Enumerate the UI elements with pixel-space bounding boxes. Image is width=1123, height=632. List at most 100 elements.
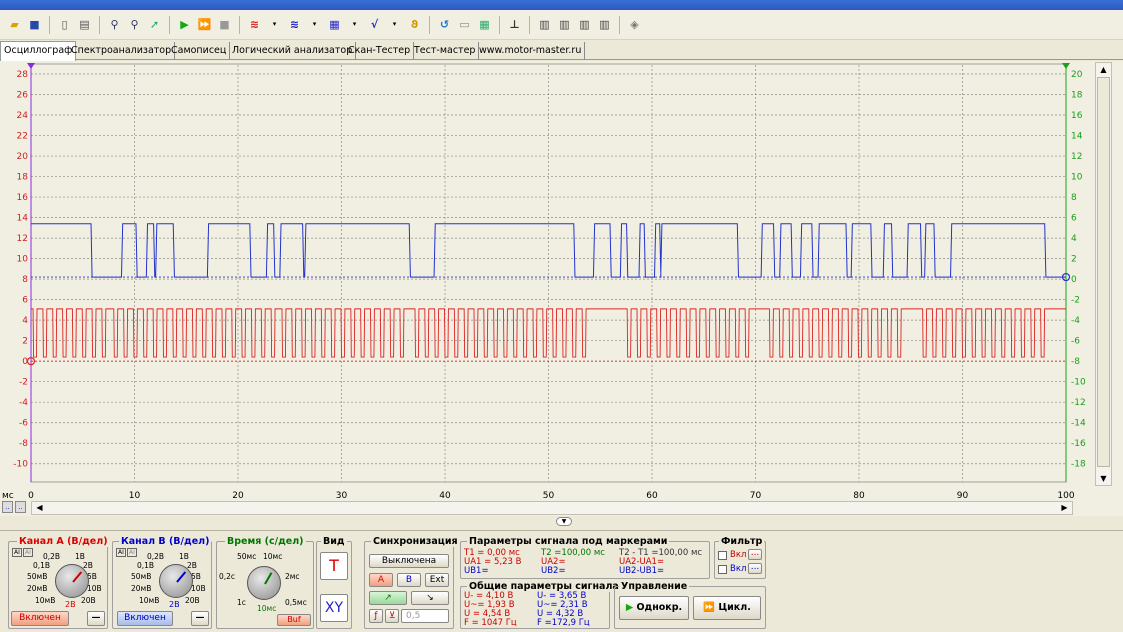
filter-a-checkbox[interactable] [718,551,727,560]
channel-b-dc-icon[interactable]: AI [127,548,137,557]
play-icon[interactable]: ▶ [176,16,193,33]
grid-icon-3[interactable]: ▥ [576,16,593,33]
channel-a-invert-button[interactable]: — [87,611,105,626]
channel-b-ac-icon[interactable]: AI [116,548,126,557]
print-icon[interactable]: ▤ [76,16,93,33]
scroll-right-icon[interactable]: ▶ [1057,502,1072,514]
tab-recorder[interactable]: Самописец [168,42,231,60]
filter-b-checkbox[interactable] [718,565,727,574]
tab-spectrum-analyzer[interactable]: Спектроанализатор [68,42,176,60]
zoom-x-plus-button[interactable]: ‥ [15,501,26,513]
tab-scan-tester[interactable]: Скан-Тестер [345,42,415,60]
channel-a-enable-button[interactable]: Включен [11,611,69,626]
y-tick-label-left: 2 [22,337,28,347]
horizontal-scrollbar[interactable]: ◀ ▶ [31,501,1073,515]
dropdown-icon[interactable]: ▾ [266,16,283,33]
scroll-down-icon[interactable]: ▼ [1096,472,1111,485]
falling-edge-button[interactable]: ↘ [411,591,449,605]
time-base-knob[interactable] [247,566,281,600]
toolbar-separator [239,15,240,34]
scale-label: 10мВ [35,596,56,605]
x-tick-label: 80 [853,491,865,501]
eraser-icon[interactable]: ◈ [626,16,643,33]
channel-b-volts-knob[interactable] [159,564,193,598]
channel-b-invert-button[interactable]: — [191,611,209,626]
vertical-scrollbar[interactable]: ▲ ▼ [1095,62,1112,486]
x-tick-label: 20 [232,491,244,501]
y-tick-label-left: 22 [17,132,28,142]
export-icon[interactable]: ➚ [146,16,163,33]
scale-label: 20мВ [27,584,48,593]
trigger-level-input[interactable]: 0,5 [401,609,449,623]
scale-label: 20мВ [131,584,152,593]
cursor-icon[interactable]: ⊥ [506,16,523,33]
y-tick-label-right: -18 [1071,460,1086,470]
calendar-icon[interactable]: ▦ [476,16,493,33]
trigger-level-icon[interactable]: ⊻ [385,609,399,623]
sync-off-button[interactable]: Выключена [369,554,449,568]
dropdown-icon[interactable]: ▾ [306,16,323,33]
sync-ext-button[interactable]: Ext [425,573,449,587]
channel-b-enable-button[interactable]: Включен [117,611,173,626]
dropdown-icon[interactable]: ▾ [346,16,363,33]
tab-test-master[interactable]: Тест-мастер [411,42,480,60]
tab-oscilloscope[interactable]: Осциллограф [0,41,77,61]
y-tick-label-right: 12 [1071,152,1082,162]
collapse-panel-icon[interactable]: ▼ [556,517,572,526]
buffer-button[interactable]: Buf [277,614,311,626]
sync-b-button[interactable]: B [397,573,421,587]
time-view-button[interactable]: T [320,552,348,580]
y-tick-label-right: -14 [1071,419,1086,429]
channel-b-signal-icon[interactable]: ≋ [286,16,303,33]
grid-icon-1[interactable]: ▥ [536,16,553,33]
sqrt-icon[interactable]: √ [366,16,383,33]
zoom-in-icon[interactable]: ⚲ [106,16,123,33]
view-title: Вид [321,536,347,547]
single-run-button[interactable]: ▶ Однокр. [619,596,689,620]
y-tick-label-left: -6 [19,419,28,429]
channel-a-signal-icon[interactable]: ≋ [246,16,263,33]
scale-label: 50мВ [131,572,152,581]
zoom-x-minus-button[interactable]: ‥ [2,501,13,513]
filter-a-settings-button[interactable]: ... [748,549,762,560]
save-icon[interactable]: ■ [26,16,43,33]
channel-a-volts-knob[interactable] [55,564,89,598]
tab-logic-analyzer[interactable]: Логический анализатор [229,42,357,60]
play-continuous-icon[interactable]: ⏩ [196,16,213,33]
scroll-left-icon[interactable]: ◀ [32,502,47,514]
time-group: Время (с/дел) 50мс 10мс 0,2с 2мс 1с 0,5м… [216,536,314,629]
window-icon[interactable]: ▭ [456,16,473,33]
scrollbar-thumb[interactable] [1097,77,1110,467]
sync-a-button[interactable]: A [369,573,393,587]
rising-edge-button[interactable]: ↗ [369,591,407,605]
x-tick-label: 70 [750,491,762,501]
grid-icon-4[interactable]: ▥ [596,16,613,33]
probe-icon[interactable]: ϑ [406,16,423,33]
channel-a-dc-icon[interactable]: AI [23,548,33,557]
zoom-out-icon[interactable]: ⚲ [126,16,143,33]
scale-label: 0,1В [33,561,51,570]
print-preview-icon[interactable]: ▯ [56,16,73,33]
channel-a-title: Канал А (В/дел) [17,536,110,547]
cycle-run-button[interactable]: ⏩ Цикл. [693,596,761,620]
open-icon[interactable]: ▰ [6,16,23,33]
table-icon[interactable]: ▦ [326,16,343,33]
scroll-up-icon[interactable]: ▲ [1096,63,1111,76]
stop-icon[interactable]: ■ [216,16,233,33]
channel-a-ac-icon[interactable]: AI [12,548,22,557]
grid-icon-2[interactable]: ▥ [556,16,573,33]
trigger-mode-icon[interactable]: ƒ [369,609,383,623]
filter-b-settings-button[interactable]: ... [748,563,762,574]
y-tick-label-right: -2 [1071,296,1080,306]
y-tick-label-right: -12 [1071,398,1086,408]
tab-website[interactable]: www.motor-master.ru [476,42,586,60]
channel-b-current-scale: 2В [169,600,180,609]
y-tick-label-right: -4 [1071,316,1080,326]
xy-view-button[interactable]: XY [320,594,348,622]
x-tick-label: 10 [129,491,141,501]
dropdown-icon[interactable]: ▾ [386,16,403,33]
y-tick-label-right: 10 [1071,173,1083,183]
refresh-icon[interactable]: ↺ [436,16,453,33]
x-tick-label: 0 [28,491,34,501]
oscillogram[interactable]: 28 2026 1824 1622 1420 1218 1016 814 612 410 28 06-… [0,61,1123,516]
